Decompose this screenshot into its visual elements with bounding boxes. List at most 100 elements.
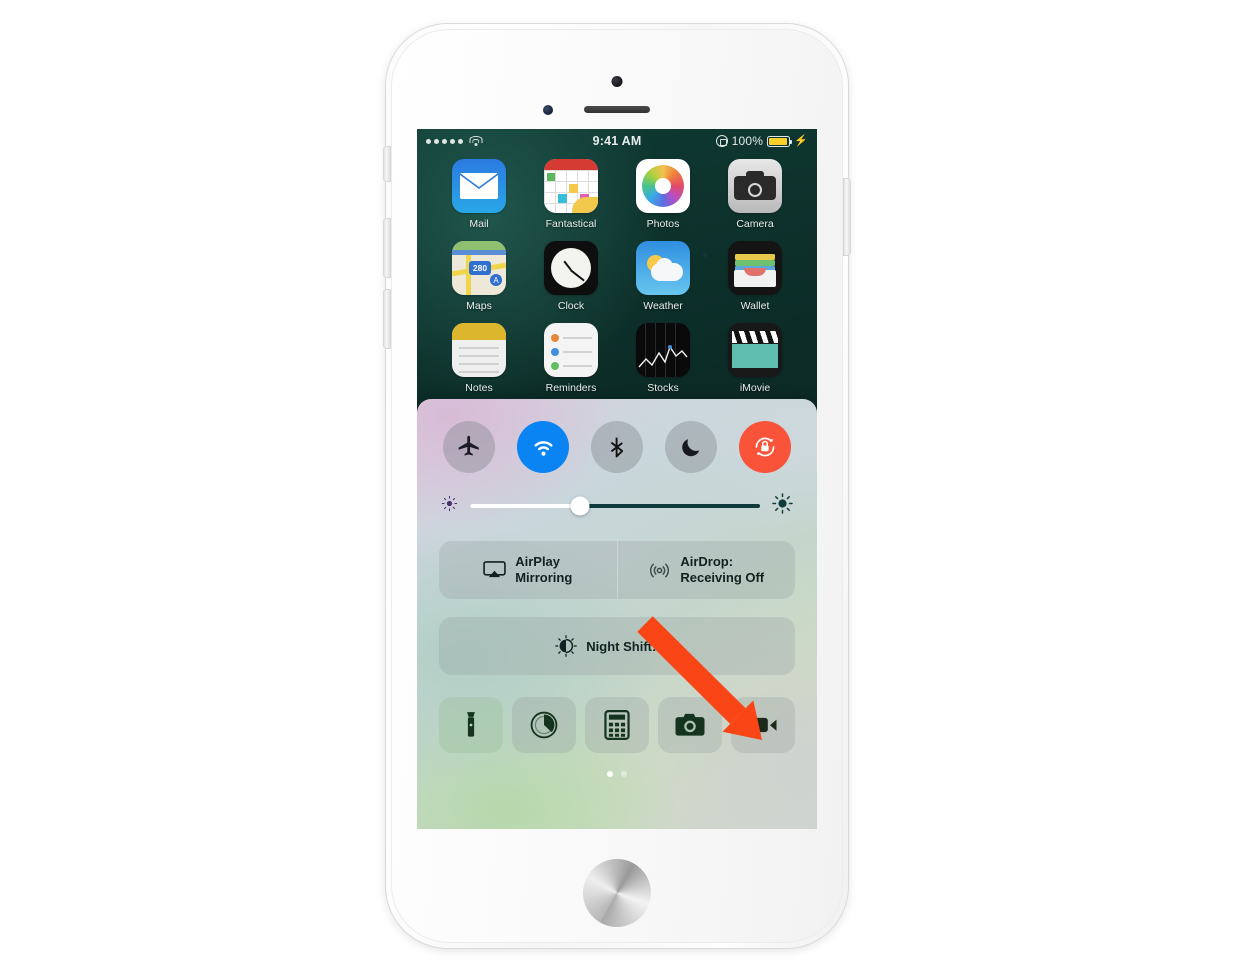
- app-maps[interactable]: 280 A Maps: [433, 241, 525, 312]
- brightness-slider-thumb[interactable]: [570, 496, 590, 516]
- page-dot-2[interactable]: [621, 771, 627, 777]
- night-shift-label: Night Shift: Off: [586, 638, 679, 654]
- airdrop-icon: [650, 563, 670, 577]
- app-clock[interactable]: Clock: [525, 241, 617, 312]
- app-stocks[interactable]: Stocks: [617, 323, 709, 394]
- app-weather[interactable]: Weather: [617, 241, 709, 312]
- timer-button[interactable]: [512, 697, 576, 753]
- calendar-icon: [544, 159, 598, 213]
- rotation-lock-toggle[interactable]: [739, 421, 791, 473]
- flashlight-button[interactable]: [439, 697, 503, 753]
- battery-percent: 100%: [731, 134, 764, 148]
- power-button[interactable]: [844, 179, 850, 255]
- app-label: Clock: [557, 300, 585, 312]
- airplay-icon: [483, 560, 506, 577]
- night-shift-icon: [555, 635, 578, 657]
- night-shift-button[interactable]: Night Shift: Off: [439, 617, 795, 675]
- bluetooth-toggle[interactable]: [591, 421, 643, 473]
- app-label: Notes: [465, 382, 493, 394]
- app-label: Maps: [466, 300, 492, 312]
- wifi-toggle[interactable]: [517, 421, 569, 473]
- brightness-slider-row: [417, 473, 817, 519]
- app-label: Reminders: [545, 382, 597, 394]
- app-label: Camera: [736, 218, 774, 230]
- app-camera[interactable]: Camera: [709, 159, 801, 230]
- stocks-icon: [636, 323, 690, 377]
- rotation-lock-icon: [715, 135, 728, 147]
- camera-icon: [728, 159, 782, 213]
- rotation-lock-icon: [755, 437, 775, 457]
- brightness-high-icon: [772, 493, 793, 519]
- screenshot-root: 9:41 AM 100% ⚡ Mail Fantastical Photos C…: [0, 0, 1234, 972]
- control-center-toggles: [417, 399, 817, 473]
- airdrop-button[interactable]: AirDrop: Receiving Off: [616, 541, 796, 599]
- mute-switch-button[interactable]: [384, 147, 390, 181]
- photos-icon: [636, 159, 690, 213]
- notes-icon: [452, 323, 506, 377]
- airplay-label: AirPlay Mirroring: [515, 554, 573, 585]
- app-notes[interactable]: Notes: [433, 323, 525, 394]
- app-photos[interactable]: Photos: [617, 159, 709, 230]
- do-not-disturb-toggle[interactable]: [665, 421, 717, 473]
- brightness-slider[interactable]: [470, 496, 760, 516]
- volume-down-button[interactable]: [384, 290, 390, 348]
- app-fantastical[interactable]: Fantastical: [525, 159, 617, 230]
- moon-icon: [682, 439, 700, 457]
- wallet-icon: [728, 241, 782, 295]
- airplane-icon: [458, 435, 479, 456]
- camera-icon: [675, 713, 705, 736]
- app-label: Wallet: [740, 300, 770, 312]
- bluetooth-icon: [610, 437, 624, 458]
- iphone-device: 9:41 AM 100% ⚡ Mail Fantastical Photos C…: [384, 24, 850, 948]
- mail-icon: [452, 159, 506, 213]
- status-bar: 9:41 AM 100% ⚡: [417, 129, 817, 153]
- stocks-line-glyph: [638, 345, 688, 368]
- envelope-glyph: [460, 173, 498, 199]
- brightness-low-icon: [441, 495, 458, 517]
- calculator-icon: [604, 710, 630, 740]
- video-camera-icon: [749, 717, 777, 733]
- screen-recording-button[interactable]: [731, 697, 795, 753]
- control-center-page-dots[interactable]: [417, 753, 817, 777]
- volume-up-button[interactable]: [384, 219, 390, 277]
- battery-icon: [767, 135, 793, 147]
- app-label: Photos: [646, 218, 680, 230]
- airdrop-label: AirDrop: Receiving Off: [680, 554, 765, 585]
- control-center-panel: AirPlay Mirroring AirDrop: Receiving Off…: [417, 399, 817, 829]
- app-label: Weather: [643, 300, 683, 312]
- camera-button[interactable]: [658, 697, 722, 753]
- earpiece-speaker: [584, 106, 650, 113]
- app-mail[interactable]: Mail: [433, 159, 525, 230]
- weather-icon: [636, 241, 690, 295]
- maps-icon: 280 A: [452, 241, 506, 295]
- charging-bolt-icon: ⚡: [794, 134, 808, 147]
- page-dot-1[interactable]: [607, 771, 613, 777]
- phone-screen: 9:41 AM 100% ⚡ Mail Fantastical Photos C…: [417, 129, 817, 829]
- app-imovie[interactable]: iMovie: [709, 323, 801, 394]
- night-shift-group: Night Shift: Off: [439, 617, 795, 675]
- control-center-shortcuts: [417, 675, 817, 753]
- app-label: iMovie: [739, 382, 771, 394]
- flashlight-icon: [467, 712, 475, 737]
- route-shield-badge: 280: [469, 261, 491, 275]
- calculator-button[interactable]: [585, 697, 649, 753]
- clock-icon: [544, 241, 598, 295]
- timer-icon: [530, 711, 558, 739]
- app-reminders[interactable]: Reminders: [525, 323, 617, 394]
- airplay-airdrop-group: AirPlay Mirroring AirDrop: Receiving Off: [439, 541, 795, 599]
- app-wallet[interactable]: Wallet: [709, 241, 801, 312]
- app-label: Stocks: [647, 382, 679, 394]
- proximity-sensor-icon: [543, 105, 553, 115]
- home-button[interactable]: [583, 859, 651, 927]
- reminders-icon: [544, 323, 598, 377]
- home-screen-app-grid: Mail Fantastical Photos Camera 280 A Map…: [417, 159, 817, 394]
- app-label: Mail: [469, 218, 489, 230]
- wifi-icon: [534, 440, 552, 456]
- brightness-slider-fill: [470, 504, 581, 508]
- airplane-mode-toggle[interactable]: [443, 421, 495, 473]
- airplay-mirroring-button[interactable]: AirPlay Mirroring: [439, 541, 617, 599]
- front-camera-icon: [611, 76, 623, 87]
- status-bar-right: 100% ⚡: [715, 134, 808, 148]
- app-label: Fantastical: [545, 218, 597, 230]
- clapperboard-icon: [728, 323, 782, 377]
